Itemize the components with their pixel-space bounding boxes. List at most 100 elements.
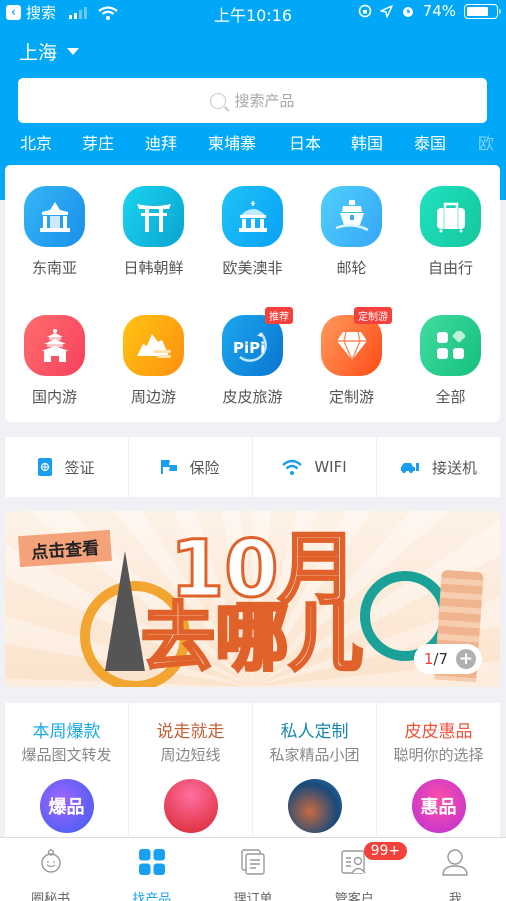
promo-banner[interactable]: 点击查看 10月 去哪儿 1/7 + (5, 511, 500, 687)
banner-tag: 点击查看 (18, 529, 112, 568)
service-wifi[interactable]: WIFI (253, 437, 377, 497)
diamond-icon: 定制游 (321, 307, 392, 376)
promo-item[interactable]: 本周爆款 爆品图文转发 爆品 (5, 703, 129, 837)
category-item[interactable]: 国内游 (5, 315, 104, 407)
tab-label: 圈秘书 (31, 892, 71, 901)
destination-tab[interactable]: 日本 (289, 130, 321, 154)
category-item[interactable]: 定制游 定制游 (302, 307, 401, 407)
promo-image (287, 779, 342, 833)
city-selector[interactable]: 上海 (19, 38, 80, 65)
profile-icon (442, 849, 469, 876)
caret-down-icon (67, 48, 80, 55)
category-badge: 定制游 (354, 307, 392, 324)
car-icon (400, 463, 419, 473)
promo-title: 说走就走 (156, 722, 225, 742)
category-label: 全部 (435, 388, 466, 406)
category-item[interactable]: 日韩朝鲜 (104, 186, 203, 278)
tab-orders[interactable]: 理订单 (202, 838, 303, 901)
category-label: 皮皮旅游 (222, 388, 283, 406)
category-item[interactable]: 自由行 (401, 186, 500, 278)
service-label: 签证 (64, 458, 95, 477)
wifi-icon (282, 459, 303, 475)
promo-title: 皮皮惠品 (404, 722, 473, 742)
service-insurance[interactable]: 保险 (129, 437, 253, 497)
pager-total: /7 (433, 650, 448, 668)
notification-badge: 99+ (363, 842, 408, 860)
category-label: 欧美澳非 (222, 259, 283, 277)
category-label: 周边游 (130, 388, 176, 406)
promo-subtitle: 周边短线 (160, 746, 221, 764)
category-label: 自由行 (427, 259, 473, 277)
tab-label: 理订单 (233, 892, 273, 901)
category-item[interactable]: 欧美澳非 (203, 186, 302, 278)
assistant-icon (40, 849, 61, 873)
location-icon (379, 4, 393, 18)
category-item[interactable]: 全部 (401, 315, 500, 407)
tab-assistant[interactable]: 圈秘书 (0, 838, 101, 901)
category-item[interactable]: 东南亚 (5, 186, 104, 278)
category-item[interactable]: 周边游 (104, 315, 203, 407)
dome-building-icon (222, 186, 283, 247)
city-label: 上海 (19, 42, 58, 64)
destination-tab[interactable]: 泰国 (414, 130, 446, 154)
tab-label: 我 (448, 892, 462, 901)
search-input[interactable]: 搜索产品 (18, 78, 487, 123)
destination-tab[interactable]: 北京 (20, 130, 52, 154)
status-bar: ‹ 搜索 上午10:16 74% (0, 0, 506, 25)
destination-tab[interactable]: 迪拜 (145, 130, 177, 154)
grid-icon (138, 849, 165, 875)
category-item[interactable]: 邮轮 (302, 186, 401, 278)
category-label: 邮轮 (336, 259, 367, 277)
orders-icon (241, 849, 265, 875)
promo-grid: 本周爆款 爆品图文转发 爆品 说走就走 周边短线 私人定制 私家精品小团 皮皮惠品 聪明你的选择… (5, 703, 500, 837)
promo-image: 惠品 (411, 779, 466, 833)
service-bar: 签证 保险 WIFI 接送机 (5, 437, 500, 497)
promo-item[interactable]: 私人定制 私家精品小团 (253, 703, 377, 837)
destination-tab[interactable]: 柬埔寨 (208, 130, 256, 154)
service-visa[interactable]: 签证 (5, 437, 129, 497)
promo-item[interactable]: 皮皮惠品聪明你的选择惠品 (377, 703, 500, 837)
mountain-icon (123, 315, 184, 376)
torii-gate-icon (123, 186, 184, 247)
svg-text:PiPi: PiPi (233, 339, 265, 357)
category-item[interactable]: PiPi 推荐皮皮旅游 (203, 307, 302, 407)
category-badge: 推荐 (265, 307, 293, 324)
passport-icon (38, 458, 53, 476)
promo-item[interactable]: 说走就走 周边短线 (129, 703, 253, 837)
luggage-icon (420, 186, 481, 247)
tab-label: 管客户 (334, 892, 374, 901)
pipi-logo-icon: PiPi 推荐 (222, 307, 293, 376)
tab-label: 找产品 (132, 892, 172, 901)
pagoda-icon (24, 315, 85, 376)
category-grid: 东南亚 日韩朝鲜 欧美澳非 邮轮 自由行 国内游 周边游 PiPi 推荐 皮皮旅游 定制游 定制游 全部 (5, 165, 500, 422)
service-label: 保险 (189, 458, 220, 477)
destination-tab[interactable]: 芽庄 (82, 130, 114, 154)
promo-subtitle: 私家精品小团 (269, 746, 360, 764)
destination-tab[interactable]: 韩国 (351, 130, 383, 154)
search-placeholder: 搜索产品 (234, 92, 295, 110)
service-label: 接送机 (431, 458, 477, 477)
destination-tab[interactable]: 欧 (478, 130, 494, 154)
banner-title-line2: 去哪儿 (140, 595, 365, 681)
promo-subtitle: 聪明你的选择 (393, 746, 484, 764)
promo-title: 本周爆款 (32, 722, 101, 742)
tab-me[interactable]: 我 (405, 838, 506, 901)
flag-icon (161, 460, 178, 474)
service-label: WIFI (314, 458, 347, 476)
temple-icon (24, 186, 85, 247)
tab-products[interactable]: 找产品 (101, 838, 202, 901)
destination-tabs: 北京 芽庄 迪拜 柬埔寨 日本 韩国 泰国 欧 (0, 130, 506, 156)
banner-pager: 1/7 + (414, 644, 482, 674)
service-transfer[interactable]: 接送机 (377, 437, 500, 497)
category-label: 定制游 (328, 388, 374, 406)
tab-customers[interactable]: 管客户 99+ (304, 838, 408, 901)
category-label: 东南亚 (31, 259, 77, 277)
alarm-icon (402, 7, 413, 17)
promo-subtitle: 爆品图文转发 (21, 746, 112, 764)
grid-icon (420, 315, 481, 376)
plus-icon[interactable]: + (456, 649, 476, 669)
category-label: 国内游 (31, 388, 77, 406)
search-icon (210, 92, 227, 109)
battery-percent: 74% (422, 2, 456, 20)
tab-bar: 圈秘书 找产品 理订单 管客户 99+ 我 (0, 837, 506, 901)
